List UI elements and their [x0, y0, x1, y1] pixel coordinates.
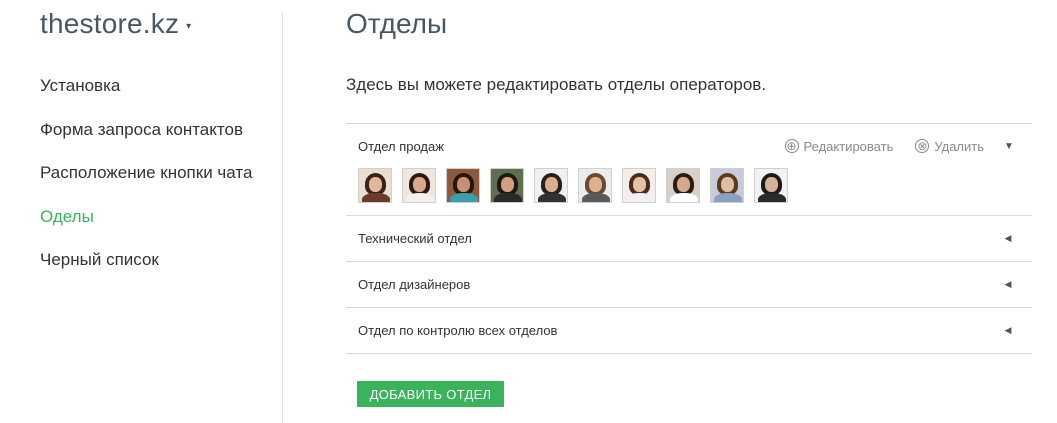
page-title: Отделы — [346, 8, 448, 39]
department-item: Технический отдел ◀ — [346, 216, 1032, 262]
avatar-face — [765, 177, 778, 192]
avatar-body — [406, 193, 434, 202]
department-name: Отдел дизайнеров — [358, 277, 471, 292]
expand-triangle-icon[interactable]: ◀ — [1004, 279, 1012, 290]
x-circle-icon: ⊗ — [915, 139, 930, 153]
avatar-face — [457, 177, 470, 192]
department-item: Отдел продаж ⊕ Редактировать ⊗ Удалить ▼ — [346, 124, 1032, 216]
avatar-body — [494, 193, 522, 202]
sidebar-item-contact-form[interactable]: Форма запроса контактов — [40, 118, 252, 162]
add-department-button[interactable]: ДОБАВИТЬ ОТДЕЛ — [357, 381, 504, 407]
sidebar-item-departments[interactable]: Оделы — [40, 205, 252, 249]
department-name: Отдел по контролю всех отделов — [358, 323, 558, 338]
departments-list: Отдел продаж ⊕ Редактировать ⊗ Удалить ▼… — [346, 123, 1032, 354]
avatar-face — [545, 177, 558, 192]
sidebar-nav: Установка Форма запроса контактов Распол… — [40, 74, 252, 292]
operator-avatar-10[interactable] — [754, 168, 788, 203]
edit-label: Редактировать — [803, 138, 894, 154]
avatar-body — [582, 193, 610, 202]
avatar-face — [721, 177, 734, 192]
operator-avatar-8[interactable] — [666, 168, 700, 203]
operator-avatar-4[interactable] — [490, 168, 524, 203]
department-name: Технический отдел — [358, 231, 472, 246]
caret-down-icon: ▾ — [186, 20, 192, 32]
avatar-face — [633, 177, 646, 192]
department-header[interactable]: Технический отдел ◀ — [346, 216, 1032, 261]
avatar-face — [677, 177, 690, 192]
operators-avatars — [346, 168, 1032, 215]
avatar-body — [362, 193, 390, 202]
avatar-body — [670, 193, 698, 202]
avatar-body — [758, 193, 786, 202]
avatar-face — [501, 177, 514, 192]
department-item: Отдел по контролю всех отделов ◀ — [346, 308, 1032, 354]
expand-triangle-icon[interactable]: ◀ — [1004, 325, 1012, 336]
operator-avatar-7[interactable] — [622, 168, 656, 203]
sidebar: thestore.kz ▾ Установка Форма запроса ко… — [0, 0, 282, 423]
store-selector[interactable]: thestore.kz ▾ — [40, 8, 191, 40]
operator-avatar-9[interactable] — [710, 168, 744, 203]
avatar-body — [626, 193, 654, 202]
store-name: thestore.kz — [40, 8, 180, 39]
operator-avatar-5[interactable] — [534, 168, 568, 203]
avatar-body — [450, 193, 478, 202]
operator-avatar-2[interactable] — [402, 168, 436, 203]
sidebar-divider — [282, 12, 283, 423]
department-item: Отдел дизайнеров ◀ — [346, 262, 1032, 308]
sidebar-item-chat-button-position[interactable]: Расположение кнопки чата — [40, 161, 252, 205]
collapse-triangle-icon[interactable]: ▼ — [1004, 141, 1014, 152]
department-header[interactable]: Отдел продаж ⊕ Редактировать ⊗ Удалить ▼ — [346, 124, 1032, 168]
operator-avatar-6[interactable] — [578, 168, 612, 203]
sidebar-item-blacklist[interactable]: Черный список — [40, 248, 252, 292]
delete-label: Удалить — [934, 138, 984, 154]
department-name: Отдел продаж — [358, 138, 444, 154]
avatar-face — [413, 177, 426, 192]
avatar-body — [538, 193, 566, 202]
operator-avatar-3[interactable] — [446, 168, 480, 203]
avatar-body — [714, 193, 742, 202]
department-header[interactable]: Отдел по контролю всех отделов ◀ — [346, 308, 1032, 353]
plus-circle-icon: ⊕ — [784, 139, 799, 153]
edit-department-button[interactable]: ⊕ Редактировать — [784, 138, 894, 154]
sidebar-item-installation[interactable]: Установка — [40, 74, 252, 118]
avatar-face — [369, 177, 382, 192]
page-description: Здесь вы можете редактировать отделы опе… — [346, 75, 767, 94]
expand-triangle-icon[interactable]: ◀ — [1004, 233, 1012, 244]
avatar-face — [589, 177, 602, 192]
delete-department-button[interactable]: ⊗ Удалить — [915, 139, 984, 154]
department-header[interactable]: Отдел дизайнеров ◀ — [346, 262, 1032, 307]
operator-avatar-1[interactable] — [358, 168, 392, 203]
